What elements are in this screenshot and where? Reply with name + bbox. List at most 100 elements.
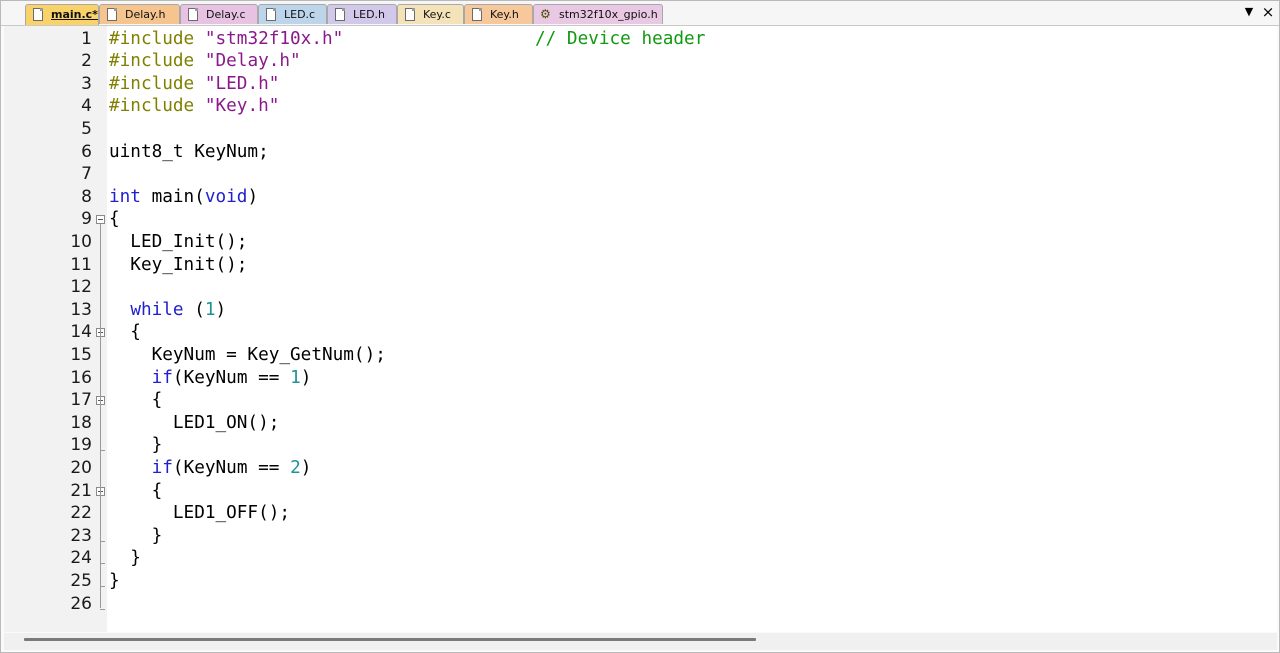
- code-text: {: [109, 389, 163, 411]
- code-editor[interactable]: 1 #include "stm32f10x.h" // Device header…: [4, 26, 1277, 632]
- fold-end-marker: [100, 608, 105, 610]
- code-token: ): [247, 186, 259, 207]
- code-text: KeyNum = Key_GetNum();: [109, 344, 386, 366]
- code-token: }: [109, 435, 163, 456]
- code-token: }: [109, 570, 120, 591]
- tab-label: LED.c: [284, 8, 316, 21]
- code-token: 1: [290, 367, 301, 388]
- code-token: int: [109, 186, 141, 207]
- code-line[interactable]: 24 }: [4, 547, 1277, 570]
- tab-led-h[interactable]: LED.h: [327, 4, 397, 24]
- code-line[interactable]: 2 #include "Delay.h": [4, 50, 1277, 73]
- code-text: #include "LED.h": [109, 73, 279, 95]
- code-text: uint8_t KeyNum;: [109, 141, 269, 163]
- code-text: #include "stm32f10x.h" // Device header: [109, 28, 705, 50]
- code-line[interactable]: 6 uint8_t KeyNum;: [4, 141, 1277, 164]
- tab-led-c[interactable]: LED.c: [258, 4, 327, 24]
- code-text: Key_Init();: [109, 254, 247, 276]
- code-token: // Device header: [534, 28, 706, 49]
- code-token: void: [204, 186, 248, 207]
- code-line[interactable]: 4 #include "Key.h": [4, 95, 1277, 118]
- code-line[interactable]: 23 }: [4, 525, 1277, 548]
- code-line[interactable]: 12: [4, 276, 1277, 299]
- code-token: "Delay.h": [204, 51, 301, 72]
- code-line[interactable]: 10 LED_Init();: [4, 231, 1277, 254]
- code-token: (: [183, 299, 205, 320]
- code-token: #include: [109, 51, 205, 72]
- code-line[interactable]: 9{: [4, 208, 1277, 231]
- code-token: LED1_OFF();: [109, 503, 291, 524]
- line-number: 21: [70, 480, 92, 501]
- code-token: if: [151, 457, 173, 478]
- code-line[interactable]: 11 Key_Init();: [4, 254, 1277, 277]
- code-line[interactable]: 14 {: [4, 321, 1277, 344]
- code-line[interactable]: 20 if(KeyNum == 2): [4, 457, 1277, 480]
- code-line[interactable]: 19 }: [4, 434, 1277, 457]
- file-icon: [335, 8, 345, 21]
- fold-collapse-icon[interactable]: [96, 215, 105, 225]
- tab-delay-c[interactable]: Delay.c: [180, 4, 258, 24]
- line-number: 16: [70, 367, 92, 388]
- code-line[interactable]: 1 #include "stm32f10x.h" // Device header: [4, 28, 1277, 51]
- code-line[interactable]: 26: [4, 593, 1277, 616]
- line-number: 26: [70, 593, 92, 614]
- tab-key-h[interactable]: Key.h: [464, 4, 533, 24]
- code-line[interactable]: 22 LED1_OFF();: [4, 502, 1277, 525]
- line-number: 20: [70, 457, 92, 478]
- line-number: 18: [70, 412, 92, 433]
- line-number: 7: [81, 164, 92, 185]
- code-line[interactable]: 15 KeyNum = Key_GetNum();: [4, 344, 1277, 367]
- code-token: ): [215, 299, 227, 320]
- file-icon: [266, 8, 276, 21]
- code-text: {: [109, 480, 163, 502]
- code-line[interactable]: 16 if(KeyNum == 1): [4, 367, 1277, 390]
- tab-stm32f10x-gpio-h[interactable]: ⚙ stm32f10x_gpio.h: [533, 4, 663, 24]
- scrollbar-thumb[interactable]: [24, 638, 756, 641]
- fold-guide-line: [100, 224, 101, 609]
- code-text: {: [109, 208, 120, 230]
- line-number: 24: [70, 548, 92, 569]
- code-text: if(KeyNum == 2): [109, 457, 312, 479]
- tab-main-c[interactable]: main.c*: [25, 4, 99, 25]
- tab-key-c[interactable]: Key.c: [397, 4, 464, 24]
- tab-list-dropdown-icon[interactable]: ▼: [1242, 4, 1256, 20]
- code-line[interactable]: 17 {: [4, 389, 1277, 412]
- code-line[interactable]: 7: [4, 163, 1277, 186]
- code-token: LED_Init();: [109, 231, 248, 252]
- line-number: 6: [81, 141, 92, 162]
- tab-label: Key.c: [423, 8, 451, 21]
- tab-delay-h[interactable]: Delay.h: [99, 4, 180, 24]
- code-token: #include: [109, 73, 205, 94]
- code-text: }: [109, 525, 163, 547]
- gear-file-icon: ⚙: [540, 7, 551, 21]
- line-number: 22: [70, 503, 92, 524]
- horizontal-scrollbar[interactable]: [4, 633, 1277, 650]
- code-token: {: [109, 322, 141, 343]
- code-line[interactable]: 8 int main(void): [4, 186, 1277, 209]
- file-icon: [33, 8, 43, 21]
- line-number: 23: [70, 525, 92, 546]
- code-token: "Key.h": [204, 96, 280, 117]
- tab-label: stm32f10x_gpio.h: [559, 8, 658, 21]
- code-token: #include: [109, 96, 205, 117]
- code-token: uint8_t KeyNum;: [109, 141, 269, 162]
- code-line[interactable]: 3 #include "LED.h": [4, 73, 1277, 96]
- code-token: (KeyNum ==: [172, 457, 291, 478]
- code-token: KeyNum = Key_GetNum();: [109, 344, 386, 365]
- code-line[interactable]: 25}: [4, 570, 1277, 593]
- close-tab-icon[interactable]: ×: [1261, 4, 1275, 20]
- line-number: 5: [81, 118, 92, 139]
- file-tab-bar: main.c* Delay.h Delay.c LED.c LED.h Key.…: [1, 1, 1279, 26]
- code-text: #include "Key.h": [109, 95, 279, 117]
- tab-label: Delay.h: [125, 8, 166, 21]
- code-line[interactable]: 13 while (1): [4, 299, 1277, 322]
- tab-label: main.c*: [51, 8, 98, 21]
- code-line[interactable]: 5: [4, 118, 1277, 141]
- code-line[interactable]: 18 LED1_ON();: [4, 412, 1277, 435]
- line-number: 1: [81, 28, 92, 49]
- code-text: while (1): [109, 299, 226, 321]
- code-line[interactable]: 21 {: [4, 480, 1277, 503]
- code-token: {: [109, 390, 163, 411]
